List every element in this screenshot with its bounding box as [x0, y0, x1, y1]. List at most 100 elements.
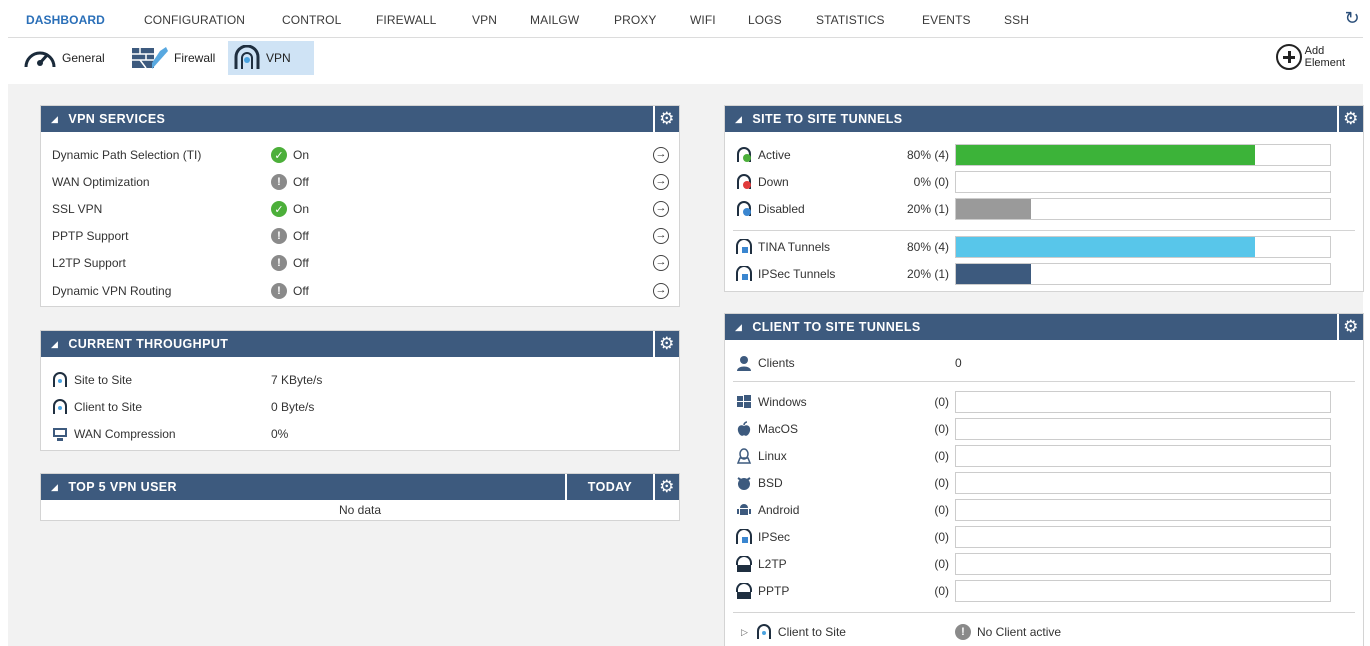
service-status: On [293, 202, 310, 216]
tab-control[interactable]: CONTROL [282, 13, 341, 27]
empty-message: No data [338, 503, 382, 517]
arrow-right-icon[interactable]: → [653, 228, 669, 244]
period-selector[interactable]: TODAY [565, 474, 653, 500]
service-label: Dynamic VPN Routing [52, 284, 172, 298]
arrow-right-icon[interactable]: → [653, 283, 669, 299]
gear-icon[interactable]: ⚙ [1337, 314, 1363, 340]
tab-vpn[interactable]: VPN [472, 13, 497, 27]
panel-title: CURRENT THROUGHPUT [68, 337, 229, 351]
clients-count: 0 [955, 356, 962, 370]
list-item: PPTP Support ! Off → [41, 226, 679, 246]
divider [733, 612, 1355, 613]
arrow-right-icon[interactable]: → [653, 147, 669, 163]
tab-firewall[interactable]: FIREWALL [376, 13, 436, 27]
collapse-icon[interactable]: ◢ [51, 482, 58, 493]
os-label: Windows [758, 395, 807, 409]
check-icon: ✓ [271, 201, 287, 217]
tab-statistics[interactable]: STATISTICS [816, 13, 885, 27]
subnav-firewall-label: Firewall [174, 51, 216, 65]
os-count: (0) [934, 422, 949, 436]
tunnel-label: Down [758, 175, 789, 189]
bsd-icon [737, 477, 751, 490]
collapse-icon[interactable]: ◢ [51, 339, 58, 350]
list-item: ▷ Client to Site ! No Client active [725, 622, 1363, 642]
check-icon: ✓ [271, 147, 287, 163]
list-item: Client to Site 0 Byte/s [41, 397, 679, 417]
windows-icon [737, 395, 751, 408]
tab-wifi[interactable]: WIFI [690, 13, 716, 27]
arrow-right-icon[interactable]: → [653, 201, 669, 217]
divider [733, 381, 1355, 382]
service-status: Off [293, 229, 309, 243]
progress-fill [956, 145, 1256, 165]
progress-bar [955, 418, 1331, 440]
tunnel-label: TINA Tunnels [758, 240, 831, 254]
progress-bar [955, 171, 1331, 193]
list-item: Dynamic Path Selection (TI) ✓ On → [41, 145, 679, 165]
subnav-vpn[interactable]: VPN [228, 41, 314, 75]
sub-nav: General Firewall VPN [0, 38, 1370, 78]
tab-dashboard[interactable]: DASHBOARD [26, 13, 105, 27]
ipsec-tunnel-icon [736, 266, 752, 281]
expand-icon[interactable]: ▷ [741, 627, 748, 638]
os-count: (0) [934, 476, 949, 490]
tunnel-label: IPSec Tunnels [758, 267, 836, 281]
service-status: Off [293, 175, 309, 189]
gear-icon[interactable]: ⚙ [653, 331, 679, 357]
os-label: Linux [758, 449, 787, 463]
tab-proxy[interactable]: PROXY [614, 13, 657, 27]
linux-icon [736, 448, 752, 464]
arrow-right-icon[interactable]: → [653, 255, 669, 271]
android-icon [737, 504, 751, 515]
refresh-icon[interactable]: ↻ [1342, 8, 1362, 28]
l2tp-icon [736, 556, 752, 572]
service-status: Off [293, 284, 309, 298]
list-item: WAN Optimization ! Off → [41, 172, 679, 192]
service-status: Off [293, 256, 309, 270]
progress-bar [955, 144, 1331, 166]
os-count: (0) [934, 557, 949, 571]
list-item: Disabled 20% (1) [725, 198, 1363, 220]
tab-logs[interactable]: LOGS [748, 13, 782, 27]
wan-compression-icon [53, 428, 67, 441]
top5-vpn-user-panel: ◢ TOP 5 VPN USER TODAY ⚙ No data [40, 473, 680, 521]
collapse-icon[interactable]: ◢ [735, 114, 742, 125]
gear-icon[interactable]: ⚙ [1337, 106, 1363, 132]
list-item: Windows (0) [725, 391, 1363, 413]
list-item: L2TP Support ! Off → [41, 253, 679, 273]
os-count: (0) [934, 395, 949, 409]
subnav-general[interactable]: General [18, 41, 109, 75]
tab-events[interactable]: EVENTS [922, 13, 971, 27]
clients-label: Clients [758, 356, 795, 370]
panel-header: ◢ CURRENT THROUGHPUT ⚙ [41, 331, 679, 357]
collapse-icon[interactable]: ◢ [735, 322, 742, 333]
os-count: (0) [934, 503, 949, 517]
list-item: Down 0% (0) [725, 171, 1363, 193]
info-icon: ! [271, 255, 287, 271]
subnav-firewall[interactable]: Firewall [126, 41, 219, 75]
tab-mailgw[interactable]: MAILGW [530, 13, 579, 27]
service-status: On [293, 148, 310, 162]
collapse-icon[interactable]: ◢ [51, 114, 58, 125]
vpn-services-panel: ◢ VPN SERVICES ⚙ Dynamic Path Selection … [40, 105, 680, 307]
tab-configuration[interactable]: CONFIGURATION [144, 13, 245, 27]
client-to-site-panel: ◢ CLIENT TO SITE TUNNELS ⚙ Clients 0 Win… [724, 313, 1364, 646]
os-label: L2TP [758, 557, 787, 571]
throughput-label: Site to Site [74, 373, 133, 387]
tab-ssh[interactable]: SSH [1004, 13, 1029, 27]
progress-bar [955, 445, 1331, 467]
vpn-tunnel-icon [53, 399, 67, 414]
throughput-value: 7 KByte/s [271, 373, 323, 387]
list-item: TINA Tunnels 80% (4) [725, 236, 1363, 258]
gear-icon[interactable]: ⚙ [653, 106, 679, 132]
progress-fill [956, 264, 1031, 284]
tunnel-down-icon [737, 174, 751, 189]
add-element-label: Add Element [1304, 45, 1345, 69]
progress-bar [955, 236, 1331, 258]
arrow-right-icon[interactable]: → [653, 174, 669, 190]
progress-bar [955, 263, 1331, 285]
list-item: IPSec Tunnels 20% (1) [725, 263, 1363, 285]
add-element-button[interactable]: Add Element [1275, 44, 1345, 70]
gear-icon[interactable]: ⚙ [653, 474, 679, 500]
os-count: (0) [934, 530, 949, 544]
